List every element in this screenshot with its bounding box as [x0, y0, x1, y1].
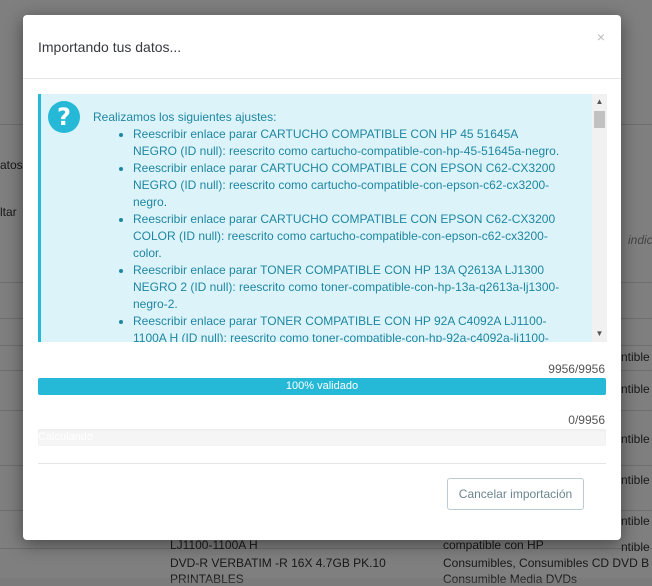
- calculation-progress-bar: Calculando: [38, 429, 606, 446]
- validation-progress-bar: 100% validado: [38, 378, 606, 395]
- calculation-count: 0/9956: [568, 413, 605, 427]
- modal-header: Importando tus datos... ×: [23, 15, 621, 79]
- list-item: Reescribir enlace parar CARTUCHO COMPATI…: [133, 126, 563, 160]
- info-alert: ? Realizamos los siguientes ajustes: Ree…: [38, 94, 607, 342]
- validation-progress-label: 100% validado: [285, 380, 359, 392]
- scroll-up-arrow-icon[interactable]: ▲: [592, 96, 607, 108]
- scroll-down-arrow-icon[interactable]: ▼: [592, 328, 607, 340]
- calculation-progress-label: Calculando: [38, 431, 94, 443]
- list-item: Reescribir enlace parar CARTUCHO COMPATI…: [133, 160, 563, 211]
- validation-count: 9956/9956: [548, 362, 605, 376]
- footer-divider: [38, 463, 606, 464]
- question-icon: ?: [48, 101, 80, 133]
- info-heading: Realizamos los siguientes ajustes:: [93, 110, 277, 124]
- list-item: Reescribir enlace parar TONER COMPATIBLE…: [133, 313, 563, 342]
- modal-title: Importando tus datos...: [38, 39, 182, 55]
- adjustments-list: Reescribir enlace parar CARTUCHO COMPATI…: [93, 126, 563, 342]
- info-scrollbar[interactable]: ▲ ▼: [592, 94, 607, 342]
- import-modal: Importando tus datos... × ? Realizamos l…: [23, 15, 621, 540]
- list-item: Reescribir enlace parar TONER COMPATIBLE…: [133, 262, 563, 313]
- info-content: Realizamos los siguientes ajustes: Reesc…: [93, 109, 563, 342]
- list-item: Reescribir enlace parar CARTUCHO COMPATI…: [133, 211, 563, 262]
- cancel-import-button[interactable]: Cancelar importación: [447, 478, 584, 510]
- close-icon[interactable]: ×: [597, 29, 605, 45]
- scroll-thumb[interactable]: [594, 111, 605, 128]
